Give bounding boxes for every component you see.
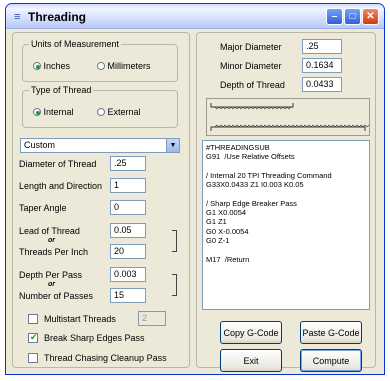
- gcode-line: [206, 189, 366, 198]
- minimize-button[interactable]: –: [326, 8, 343, 25]
- depth-passes-bracket: [172, 274, 177, 296]
- gcode-line: G1 X0.0054: [206, 208, 247, 218]
- gcode-line: M17 /Return: [206, 254, 250, 264]
- diameter-input[interactable]: .25: [110, 156, 146, 171]
- thread-internal-label: Internal: [43, 107, 74, 117]
- gcode-line: / Sharp Edge Breaker Pass: [206, 198, 297, 208]
- length-input[interactable]: 1: [110, 178, 146, 193]
- minor-diameter-value: 0.1634: [302, 58, 342, 73]
- radio-selected-icon: [33, 108, 41, 116]
- minor-diameter-label: Minor Diameter: [220, 61, 282, 71]
- minimize-icon: –: [331, 11, 338, 22]
- diameter-label: Diameter of Thread: [19, 159, 97, 169]
- gcode-output[interactable]: #THREADINGSUB G91 /Use Relative Offsets …: [202, 140, 370, 310]
- thread-external-radio[interactable]: External: [97, 107, 141, 117]
- depth-of-thread-value: 0.0433: [302, 77, 342, 92]
- lead-tpi-bracket: [172, 230, 177, 252]
- gcode-line: [206, 162, 366, 171]
- preset-value: Custom: [24, 140, 56, 150]
- depth-per-pass-input[interactable]: 0.003: [110, 267, 146, 282]
- tpi-label: Threads Per Inch: [19, 247, 89, 257]
- lead-label: Lead of Thread: [19, 226, 80, 236]
- radio-unselected-icon: [97, 62, 105, 70]
- thread-internal-radio[interactable]: Internal: [33, 107, 74, 117]
- depth-per-pass-label: Depth Per Pass: [19, 270, 83, 280]
- preset-select[interactable]: Custom ▼: [20, 138, 180, 153]
- gcode-line: G1 Z1: [206, 217, 227, 227]
- gcode-line: G0 Z-1: [206, 235, 230, 245]
- thread-profile-graphic: [210, 103, 384, 131]
- thread-type-group: Type of Thread Internal External: [22, 85, 178, 128]
- gcode-line: #THREADINGSUB: [206, 143, 270, 152]
- chasing-checkbox[interactable]: [28, 353, 38, 363]
- break-edges-label: Break Sharp Edges Pass: [44, 333, 145, 343]
- break-edges-checkbox[interactable]: [28, 332, 38, 343]
- thread-external-label: External: [107, 107, 141, 117]
- thread-icon: ≡: [14, 11, 21, 23]
- multistart-input[interactable]: 2: [138, 311, 166, 326]
- exit-button[interactable]: Exit: [220, 349, 282, 372]
- multistart-label: Multistart Threads: [44, 314, 116, 324]
- window-title: Threading: [28, 10, 87, 24]
- multistart-checkbox[interactable]: [28, 314, 38, 324]
- units-inches-radio[interactable]: Inches: [33, 61, 70, 71]
- chasing-label: Thread Chasing Cleanup Pass: [44, 353, 167, 363]
- units-group-label: Units of Measurement: [29, 39, 122, 49]
- threading-window: ≡ Threading – □ ✕ Units of Measurement I…: [0, 0, 390, 381]
- thread-type-group-label: Type of Thread: [29, 85, 94, 95]
- paste-gcode-button[interactable]: Paste G-Code: [300, 321, 362, 344]
- major-diameter-value: .25: [302, 39, 342, 54]
- chevron-down-icon[interactable]: ▼: [166, 139, 179, 152]
- gcode-line: / Internal 20 TPI Threading Command: [206, 170, 332, 180]
- depth-of-thread-label: Depth of Thread: [220, 80, 285, 90]
- passes-label: Number of Passes: [19, 291, 94, 301]
- units-group: Units of Measurement Inches Millimeters: [22, 39, 178, 82]
- window-frame: ≡ Threading – □ ✕ Units of Measurement I…: [5, 3, 385, 375]
- thread-preview: [206, 98, 384, 136]
- maximize-button[interactable]: □: [344, 8, 361, 25]
- copy-gcode-button[interactable]: Copy G-Code: [220, 321, 282, 344]
- gcode-line: G91 /Use Relative Offsets: [206, 152, 295, 162]
- or-label: or: [48, 281, 55, 288]
- compute-button[interactable]: Compute: [300, 349, 362, 372]
- close-button[interactable]: ✕: [362, 8, 379, 25]
- units-millimeters-radio[interactable]: Millimeters: [97, 61, 151, 71]
- taper-label: Taper Angle: [19, 203, 67, 213]
- radio-selected-icon: [33, 62, 41, 70]
- passes-input[interactable]: 15: [110, 288, 146, 303]
- maximize-icon: □: [349, 11, 356, 22]
- or-label: or: [48, 237, 55, 244]
- gcode-line: [206, 245, 366, 254]
- gcode-line: G0 X-0.0054: [206, 226, 249, 236]
- radio-unselected-icon: [97, 108, 105, 116]
- close-icon: ✕: [366, 11, 375, 22]
- title-bar[interactable]: ≡ Threading – □ ✕: [6, 4, 384, 29]
- major-diameter-label: Major Diameter: [220, 42, 282, 52]
- lead-input[interactable]: 0.05: [110, 223, 146, 238]
- gcode-line: G33X0.0433 Z1 I0.003 K0.05: [206, 180, 304, 190]
- length-label: Length and Direction: [19, 181, 103, 191]
- tpi-input[interactable]: 20: [110, 244, 146, 259]
- units-inches-label: Inches: [43, 61, 71, 71]
- units-millimeters-label: Millimeters: [107, 61, 151, 71]
- taper-input[interactable]: 0: [110, 200, 146, 215]
